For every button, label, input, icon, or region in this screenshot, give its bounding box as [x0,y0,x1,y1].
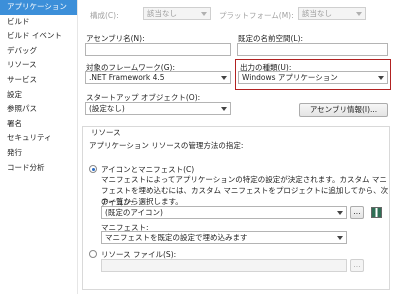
sidebar-item-reference-paths[interactable]: 参照パス [0,102,77,117]
platform-value: 該当なし [302,9,332,18]
resources-intro: アプリケーション リソースの管理方法の指定: [89,141,244,150]
output-type-value: Windows アプリケーション [242,73,338,82]
sidebar-item-publish[interactable]: 発行 [0,146,77,161]
sidebar-item-application[interactable]: アプリケーション [0,0,77,15]
chevron-down-icon [337,211,343,215]
config-value: 該当なし [147,9,177,18]
resources-group-title: リソース [89,127,123,138]
icon-manifest-description: マニフェストによってアプリケーションの特定の設定が決定されます。カスタム マニフ… [101,175,389,206]
application-settings-panel: 構成(C): 該当なし プラットフォーム(M): 該当なし アセンブリ名(N):… [77,0,396,294]
property-sidebar: アプリケーション ビルド ビルド イベント デバッグ リソース サービス 設定 … [0,0,77,294]
sidebar-item-signing[interactable]: 署名 [0,117,77,132]
startup-object-value: (設定なし) [89,104,125,113]
sidebar-item-settings[interactable]: 設定 [0,88,77,103]
chevron-down-icon [221,107,227,111]
icon-manifest-radio[interactable] [89,165,97,173]
chevron-down-icon [337,236,343,240]
manifest-value: マニフェストを既定の設定で埋め込みます [105,233,248,242]
startup-object-select[interactable]: (設定なし) [85,102,231,115]
assembly-info-button[interactable]: アセンブリ情報(I)... [299,103,388,117]
sidebar-item-services[interactable]: サービス [0,73,77,88]
config-label: 構成(C): [90,11,119,20]
chevron-down-icon [356,12,362,16]
chevron-down-icon [201,12,207,16]
manifest-select[interactable]: マニフェストを既定の設定で埋め込みます [101,231,347,244]
sidebar-item-resources[interactable]: リソース [0,58,77,73]
app-icon-preview-icon [371,207,382,218]
platform-select[interactable]: 該当なし [298,7,366,20]
target-framework-select[interactable]: .NET Framework 4.5 [85,71,231,84]
chevron-down-icon [378,76,384,80]
output-type-select[interactable]: Windows アプリケーション [238,71,388,84]
sidebar-item-code-analysis[interactable]: コード分析 [0,161,77,176]
icon-browse-button[interactable]: ... [350,206,364,219]
sidebar-item-security[interactable]: セキュリティ [0,131,77,146]
resource-file-input[interactable] [101,259,347,272]
assembly-name-input[interactable] [85,43,231,56]
default-namespace-input[interactable] [237,43,388,56]
resource-file-browse-button[interactable]: ... [350,259,364,272]
sidebar-item-build[interactable]: ビルド [0,15,77,30]
sidebar-item-debug[interactable]: デバッグ [0,44,77,59]
icon-select[interactable]: (既定のアイコン) [101,206,347,219]
sidebar-item-build-events[interactable]: ビルド イベント [0,29,77,44]
icon-value: (既定のアイコン) [105,208,163,217]
chevron-down-icon [221,76,227,80]
resource-file-radio[interactable] [89,250,97,258]
platform-label: プラットフォーム(M): [219,11,294,20]
target-framework-value: .NET Framework 4.5 [89,73,165,82]
config-select[interactable]: 該当なし [143,7,211,20]
